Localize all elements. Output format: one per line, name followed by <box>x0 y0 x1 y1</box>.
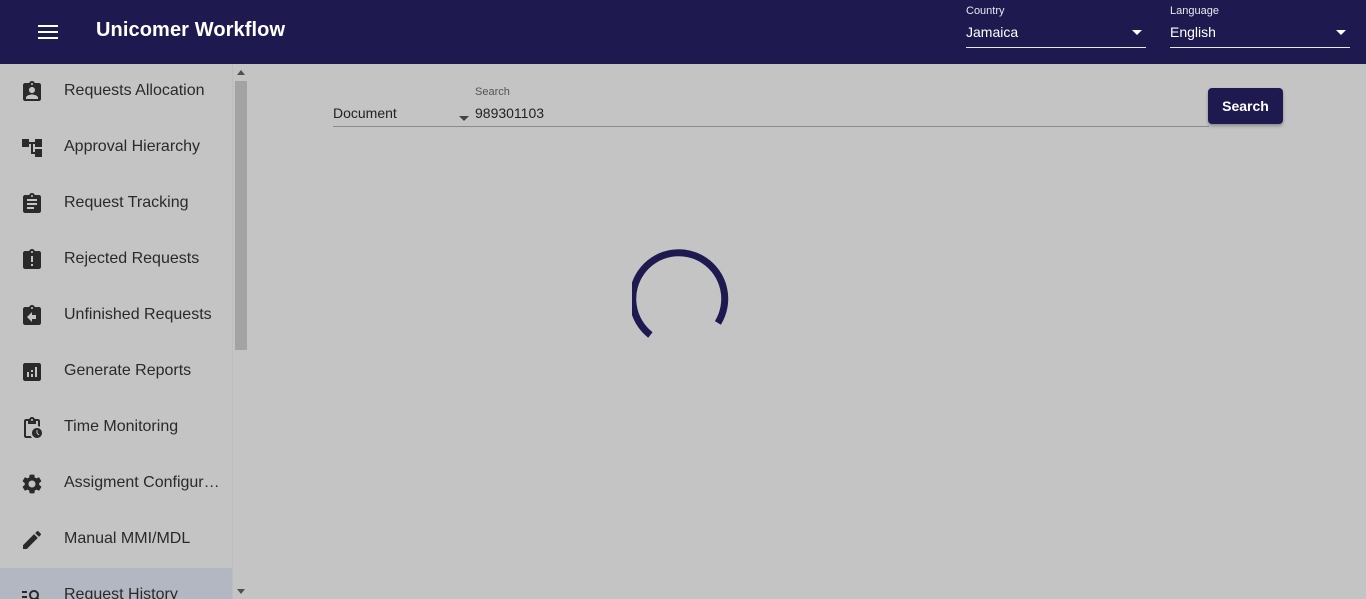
manage-search-icon <box>20 584 44 599</box>
sidebar-item-label: Assigment Configuration <box>64 474 220 491</box>
sidebar-item-label: Request History <box>64 586 178 599</box>
sidebar-item-unfinished-requests[interactable]: Unfinished Requests <box>0 288 232 344</box>
language-value: English <box>1170 24 1216 40</box>
scrollbar-thumb[interactable] <box>235 81 247 350</box>
hamburger-menu-icon[interactable] <box>28 20 68 44</box>
sidebar-item-label: Manual MMI/MDL <box>64 530 191 547</box>
chevron-down-icon <box>459 108 469 126</box>
loading-spinner-icon <box>629 249 734 351</box>
scroll-up-arrow-icon[interactable] <box>233 66 249 78</box>
search-button[interactable]: Search <box>1208 88 1283 124</box>
app-bar: Unicomer Workflow Country Jamaica Langua… <box>0 0 1366 64</box>
sidebar-item-label: Request Tracking <box>64 194 189 211</box>
assessment-icon <box>20 360 44 384</box>
sidebar-item-approval-hierarchy[interactable]: Approval Hierarchy <box>0 120 232 176</box>
search-input[interactable] <box>475 102 1195 124</box>
language-select[interactable]: Language English <box>1170 4 1350 48</box>
search-field-label: Search <box>475 86 510 98</box>
settings-icon <box>20 472 44 496</box>
pending-actions-icon <box>20 416 44 440</box>
assignment-ind-icon <box>20 80 44 104</box>
scroll-down-arrow-icon[interactable] <box>233 585 249 597</box>
sidebar-item-request-tracking[interactable]: Request Tracking <box>0 176 232 232</box>
country-select[interactable]: Country Jamaica <box>966 4 1146 48</box>
sidebar-item-label: Requests Allocation <box>64 82 205 99</box>
assignment-return-icon <box>20 304 44 328</box>
country-label: Country <box>966 5 1005 17</box>
sidebar-item-manual-mmi-mdl[interactable]: Manual MMI/MDL <box>0 512 232 568</box>
sidebar-item-label: Rejected Requests <box>64 250 200 267</box>
account-tree-icon <box>20 136 44 160</box>
sidebar-item-generate-reports[interactable]: Generate Reports <box>0 344 232 400</box>
assignment-icon <box>20 192 44 216</box>
app-title: Unicomer Workflow <box>96 19 286 41</box>
assignment-late-icon <box>20 248 44 272</box>
chevron-down-icon <box>1132 22 1142 40</box>
language-label: Language <box>1170 5 1219 17</box>
sidebar-item-label: Generate Reports <box>64 362 192 379</box>
sidebar-item-requests-allocation[interactable]: Requests Allocation <box>0 64 232 120</box>
sidebar-scrollbar[interactable] <box>232 64 249 599</box>
sidebar-nav: Requests Allocation Approval Hierarchy R… <box>0 64 232 599</box>
edit-pencil-icon <box>20 528 44 552</box>
country-value: Jamaica <box>966 24 1019 40</box>
sidebar-item-request-history[interactable]: Request History <box>0 568 232 599</box>
search-type-select[interactable]: Document <box>333 104 473 126</box>
sidebar-item-rejected-requests[interactable]: Rejected Requests <box>0 232 232 288</box>
sidebar-item-label: Time Monitoring <box>64 418 179 435</box>
search-bar: Document Search <box>333 84 1209 127</box>
chevron-down-icon <box>1336 22 1346 40</box>
sidebar-item-time-monitoring[interactable]: Time Monitoring <box>0 400 232 456</box>
sidebar-item-assigment-configuration[interactable]: Assigment Configuration <box>0 456 232 512</box>
sidebar-item-label: Unfinished Requests <box>64 306 212 323</box>
sidebar-item-label: Approval Hierarchy <box>64 138 201 155</box>
search-type-value: Document <box>333 105 397 121</box>
